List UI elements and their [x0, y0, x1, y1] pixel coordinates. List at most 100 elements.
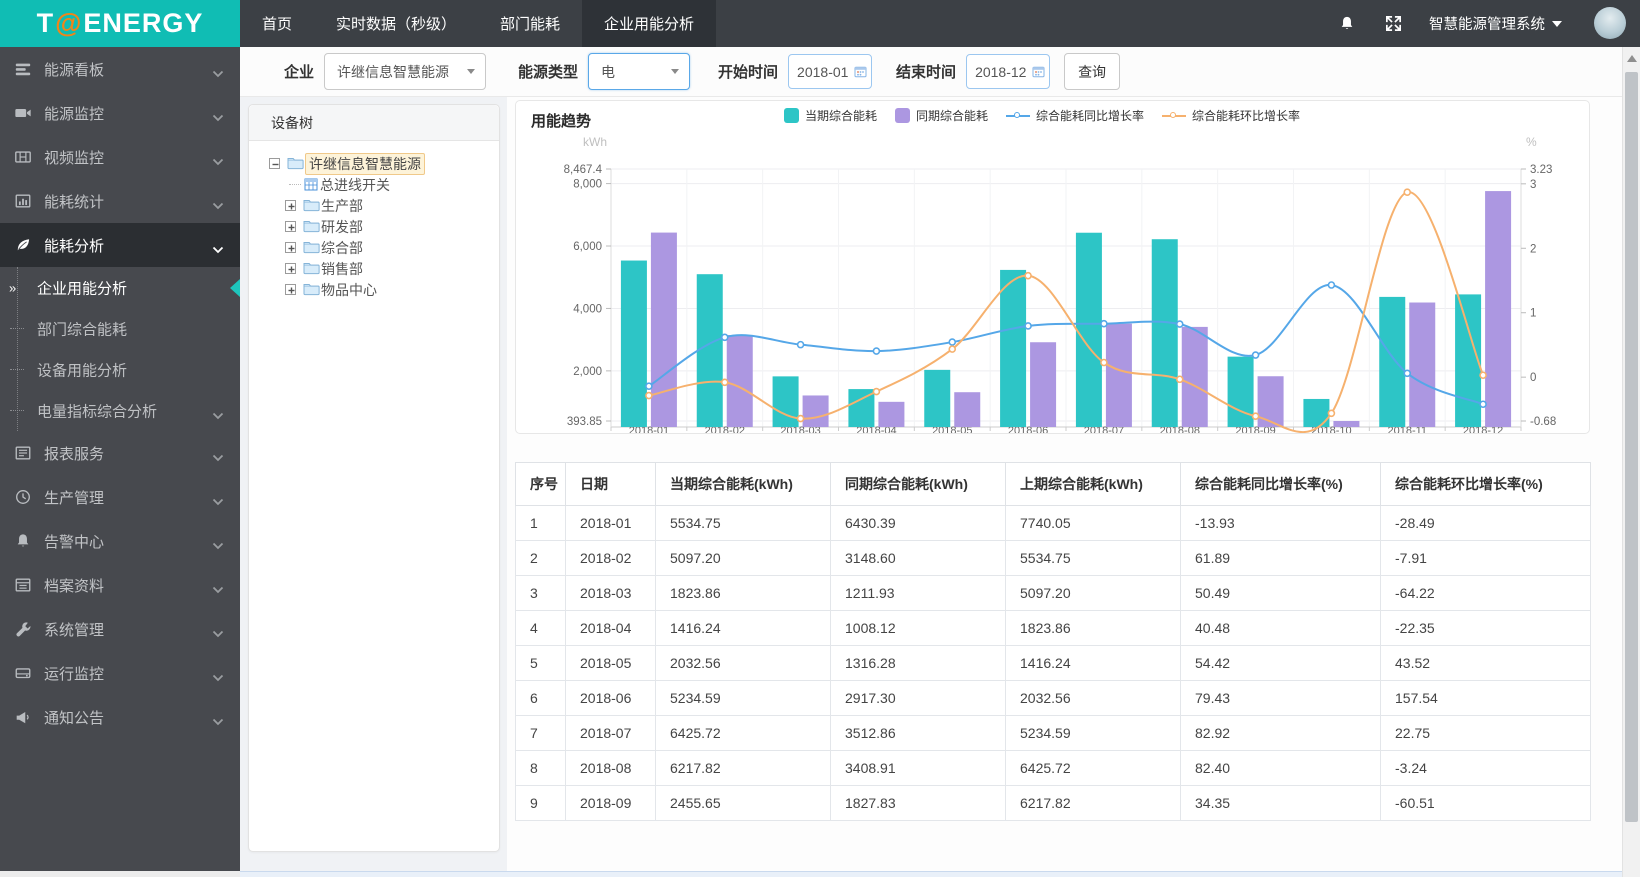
folder-icon: [287, 156, 304, 173]
chevron-down-icon: [212, 241, 224, 254]
topnav-item-3[interactable]: 部门能耗: [478, 0, 582, 47]
device-tree: 许继信息智慧能源 总进线开关 生产部 研发部 综合部 销售部 物品中心: [249, 141, 499, 300]
table-cell: 2032.56: [1005, 680, 1181, 716]
tree-node-3[interactable]: 研发部: [249, 216, 499, 237]
fullscreen-icon[interactable]: [1383, 14, 1403, 34]
system-name-menu[interactable]: 智慧能源管理系统: [1429, 13, 1562, 34]
tree-node-6[interactable]: 物品中心: [249, 279, 499, 300]
svg-text:1: 1: [1530, 308, 1536, 320]
chevron-down-icon: [212, 581, 224, 594]
sidebar-item-3[interactable]: 视频监控: [0, 135, 240, 179]
topnav-item-1[interactable]: 首页: [240, 0, 314, 47]
table-cell: 5097.20: [655, 540, 831, 576]
sidebar-item-6[interactable]: 报表服务: [0, 431, 240, 475]
sidebar-subitem-1[interactable]: » 企业用能分析: [0, 267, 240, 308]
tree-node-2[interactable]: 生产部: [249, 195, 499, 216]
expand-expander-icon[interactable]: [285, 284, 296, 295]
sidebar-item-10[interactable]: 系统管理: [0, 607, 240, 651]
tree-node-label[interactable]: 研发部: [321, 217, 363, 237]
table-cell: 2018-05: [565, 645, 656, 681]
table-cell: 2: [515, 540, 566, 576]
sidebar-item-11[interactable]: 运行监控: [0, 651, 240, 695]
tree-node-label[interactable]: 总进线开关: [320, 175, 390, 195]
topnav-item-2[interactable]: 实时数据（秒级）: [314, 0, 478, 47]
sidebar-item-8[interactable]: 告警中心: [0, 519, 240, 563]
collapse-expander-icon[interactable]: [269, 158, 280, 169]
device-tree-header: 设备树: [249, 105, 499, 141]
table-cell: 5: [515, 645, 566, 681]
logo-text-rest: ENERGY: [83, 8, 204, 38]
point-综合能耗同比增长率-2018-09: [1251, 351, 1260, 359]
bar-同期综合能耗-2018-06: [1030, 342, 1057, 427]
expand-expander-icon[interactable]: [285, 221, 296, 232]
bar-同期综合能耗-2018-11: [1409, 302, 1436, 427]
tree-root-node[interactable]: 许继信息智慧能源: [249, 152, 499, 175]
tree-node-label[interactable]: 物品中心: [321, 280, 377, 300]
caret-down-icon: [1552, 20, 1562, 27]
table-cell: 1: [515, 505, 566, 541]
sidebar-subitem-label: 部门综合能耗: [37, 321, 128, 338]
horizontal-scrollbar-strip: [240, 871, 1622, 877]
tree-node-label[interactable]: 生产部: [321, 196, 363, 216]
tree-node-1[interactable]: 总进线开关: [249, 174, 499, 195]
chevron-down-icon: [212, 65, 224, 78]
bar-同期综合能耗-2018-07: [1105, 323, 1132, 427]
svg-text:2,000: 2,000: [573, 366, 602, 378]
expand-expander-icon[interactable]: [285, 242, 296, 253]
point-综合能耗同比增长率-2018-06: [1024, 322, 1032, 330]
tree-root-label[interactable]: 许继信息智慧能源: [305, 152, 425, 175]
avatar[interactable]: [1594, 7, 1626, 39]
expand-expander-icon[interactable]: [285, 263, 296, 274]
sidebar-subitem-2[interactable]: 部门综合能耗: [0, 308, 240, 349]
point-综合能耗环比增长率-2018-11: [1403, 188, 1412, 197]
point-综合能耗同比增长率-2018-07: [1100, 319, 1108, 328]
sidebar-item-2[interactable]: 能源监控: [0, 91, 240, 135]
sidebar-item-9[interactable]: 档案资料: [0, 563, 240, 607]
table-header-cell-3: 当期综合能耗(kWh): [655, 462, 831, 506]
sidebar-item-7[interactable]: 生产管理: [0, 475, 240, 519]
report-icon: [14, 444, 32, 462]
sidebar-subitem-3[interactable]: 设备用能分析: [0, 349, 240, 390]
svg-text:3: 3: [1530, 179, 1536, 191]
expand-expander-icon[interactable]: [285, 200, 296, 211]
table-cell: 2917.30: [830, 680, 1006, 716]
sidebar-item-5[interactable]: 能耗分析: [0, 223, 240, 267]
sidebar: 能源看板 能源监控 视频监控 能耗统计 能耗分析 » 企业用能分析部门综合能耗设备用能分析电…: [0, 47, 240, 871]
table-cell: 2018-03: [565, 575, 656, 611]
tree-node-4[interactable]: 综合部: [249, 237, 499, 258]
bar-当期综合能耗-2018-10: [1303, 398, 1330, 427]
table-cell: 6425.72: [655, 715, 831, 751]
scroll-up-arrow-icon[interactable]: [1627, 55, 1637, 62]
topnav-item-4[interactable]: 企业用能分析: [582, 0, 717, 47]
app-logo[interactable]: T @ ENERGY: [0, 0, 240, 47]
point-综合能耗同比增长率-2018-02: [720, 333, 729, 342]
energy-type-select[interactable]: 电: [588, 53, 691, 90]
table-cell: 3408.91: [830, 750, 1006, 786]
scrollbar-thumb[interactable]: [1625, 72, 1638, 822]
point-综合能耗同比增长率-2018-12: [1479, 400, 1487, 409]
vertical-scrollbar[interactable]: [1622, 47, 1640, 877]
sidebar-item-1[interactable]: 能源看板: [0, 47, 240, 91]
table-cell: 2018-09: [565, 785, 656, 821]
sidebar-item-label: 生产管理: [44, 489, 105, 507]
dashboard-icon: [14, 60, 32, 78]
sidebar-subitem-4[interactable]: 电量指标综合分析: [0, 390, 240, 431]
sidebar-item-12[interactable]: 通知公告: [0, 695, 240, 739]
sidebar-item-4[interactable]: 能耗统计: [0, 179, 240, 223]
table-cell: 2018-06: [565, 680, 656, 716]
table-cell: 5097.20: [1005, 575, 1181, 611]
tree-node-label[interactable]: 综合部: [321, 238, 363, 258]
query-button[interactable]: 查询: [1064, 53, 1121, 90]
sidebar-subitem-label: 电量指标综合分析: [37, 403, 158, 420]
company-select[interactable]: 许继信息智慧能源: [324, 53, 487, 90]
bell-icon[interactable]: [1337, 14, 1357, 34]
svg-text:3.23: 3.23: [1530, 164, 1552, 176]
tree-node-5[interactable]: 销售部: [249, 258, 499, 279]
energy-trend-chart-card: 用能趋势 当期综合能耗 同期综合能耗 综合能耗同比增长率 综合能耗环比增长率 8,46…: [515, 100, 1590, 434]
alarm-bell-icon: [14, 532, 32, 550]
table-cell: 54.42: [1180, 645, 1381, 681]
tree-node-label[interactable]: 销售部: [321, 259, 363, 279]
svg-text:8,000: 8,000: [573, 179, 602, 191]
logo-at-symbol: @: [55, 8, 83, 38]
bar-同期综合能耗-2018-01: [650, 232, 677, 427]
